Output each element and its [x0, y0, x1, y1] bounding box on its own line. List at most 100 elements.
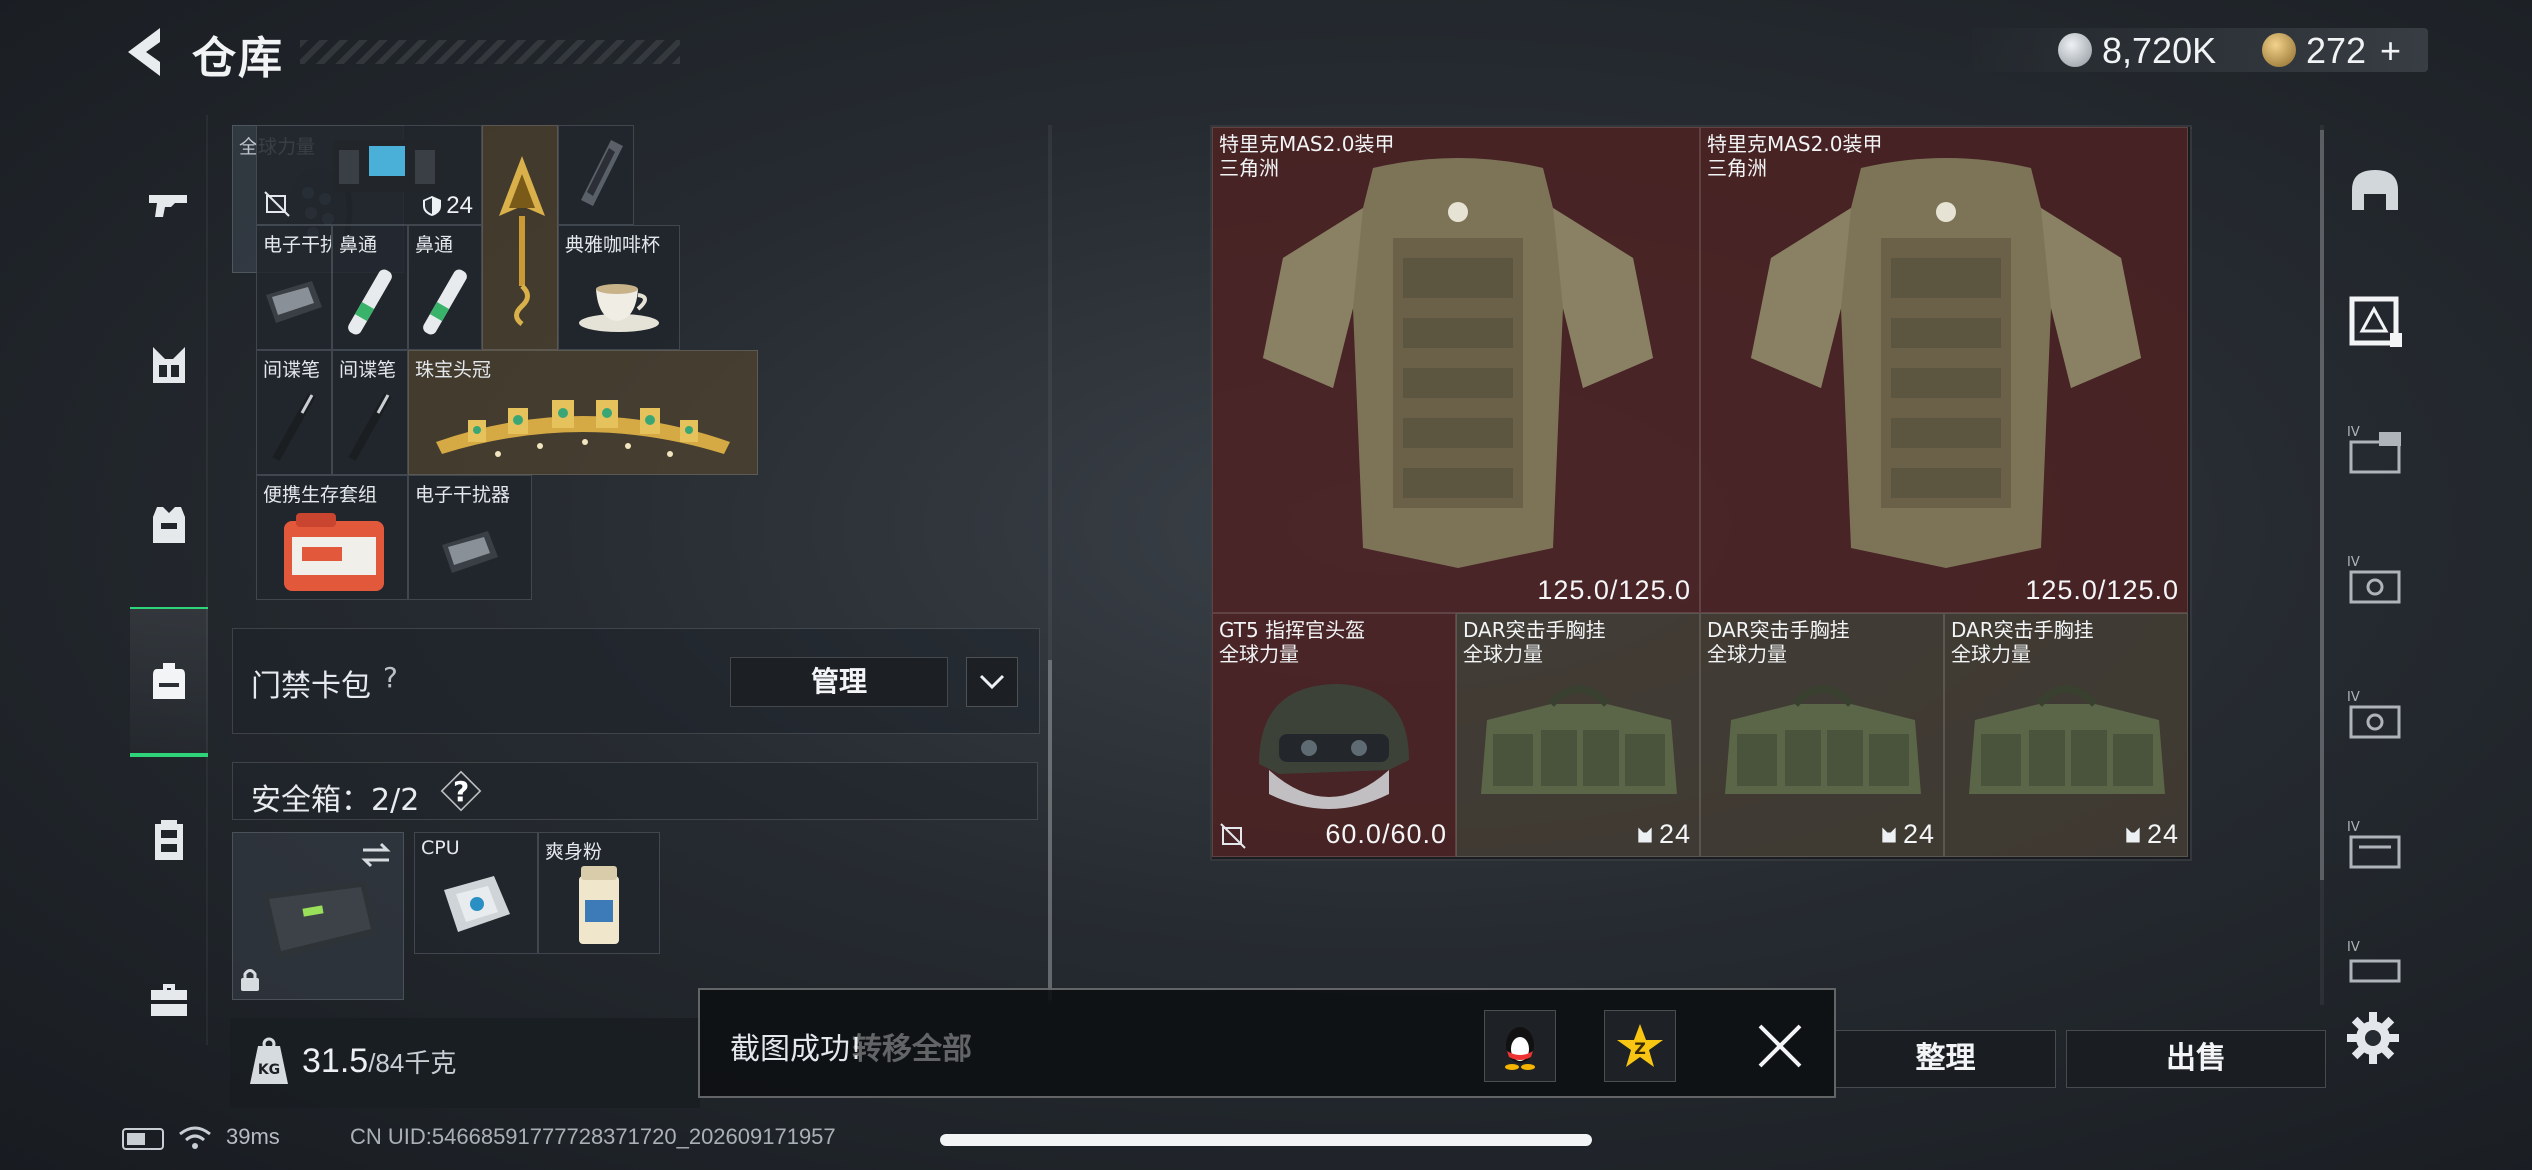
- close-icon[interactable]: [1752, 1018, 1808, 1074]
- stash-tab-helmet[interactable]: [2343, 161, 2407, 225]
- jammer-durability: 24: [422, 192, 473, 220]
- spy-pen-cell-2[interactable]: 间谍笔: [332, 350, 408, 475]
- sell-button[interactable]: 出售: [2066, 1030, 2326, 1088]
- currency-silver-amount: 8,720K: [2102, 30, 2217, 71]
- spy-pen-cell-1[interactable]: 间谍笔: [256, 350, 332, 475]
- back-arrow-icon[interactable]: [118, 22, 170, 82]
- add-currency-button[interactable]: +: [2380, 30, 2401, 72]
- title-decoration: [300, 40, 680, 64]
- body-armor-image: [1751, 158, 2141, 568]
- body-powder-label: 爽身粉: [545, 841, 603, 863]
- backpack-scrollbar-thumb[interactable]: [1048, 660, 1052, 1000]
- cpu-cell[interactable]: CPU: [414, 832, 538, 954]
- dark-device-image: [581, 140, 623, 206]
- armor-item-cell-1[interactable]: 特里克MAS2.0装甲 三角洲 125.0/125.0: [1212, 127, 1700, 613]
- toast-message: 截图成功!: [730, 1032, 863, 1067]
- share-qzone-button[interactable]: Z: [1604, 1010, 1676, 1082]
- chest-rig-icon: [1638, 827, 1652, 842]
- stash-grid: 特里克MAS2.0装甲 三角洲 125.0/125.0 特里克MAS2.0装甲 三角…: [1210, 125, 2192, 861]
- svg-text:IV: IV: [2347, 940, 2360, 955]
- svg-text:IV: IV: [2347, 820, 2360, 835]
- jammer-label-1: 电子干扰器: [263, 234, 331, 256]
- keycard-wallet-row: 门禁卡包 ? 管理: [232, 628, 1040, 734]
- stash-tab-armor[interactable]: [2343, 290, 2407, 354]
- chest-rig-capacity-1: 24: [1635, 819, 1691, 850]
- expand-button[interactable]: [966, 657, 1018, 707]
- stash-scrollbar-thumb[interactable]: [2320, 130, 2324, 880]
- nav-backpack[interactable]: [130, 607, 208, 757]
- weight-indicator: KG 31.5/84千克: [230, 1018, 700, 1108]
- helmet-slot-icon: [2352, 170, 2398, 210]
- currency-gold-amount: 272: [2306, 30, 2367, 71]
- survival-kit-cell[interactable]: 便携生存套组: [256, 475, 408, 600]
- jammer-top-cell[interactable]: 24: [256, 125, 482, 225]
- manage-button[interactable]: 管理: [730, 657, 948, 707]
- currency-display: 8,720K 272 +: [1972, 28, 2428, 72]
- totem-cell[interactable]: [482, 125, 558, 350]
- helmet-image: [1259, 684, 1409, 809]
- coffee-cup-label: 典雅咖啡杯: [565, 234, 661, 256]
- stash-tab-case-4[interactable]: IV: [2343, 815, 2407, 879]
- chest-rig-image: [1725, 685, 1921, 794]
- chest-rig-icon: [153, 347, 185, 383]
- jammer-cell-1[interactable]: 电子干扰器: [256, 225, 332, 350]
- briefcase-icon: [151, 984, 187, 1016]
- safebox-container-slot[interactable]: [232, 832, 404, 1000]
- gear-icon[interactable]: [2345, 1010, 2401, 1066]
- user-uid: CN UID:5466859177772837172​0_20260917195…: [350, 1124, 836, 1149]
- chest-rig-cell-2[interactable]: DAR突击手胸挂 全球力量 24: [1700, 613, 1944, 857]
- chest-rig-name-3: DAR突击手胸挂 全球力量: [1951, 618, 2094, 666]
- home-indicator[interactable]: [940, 1134, 1592, 1146]
- transfer-all-button[interactable]: 转移全部: [852, 1024, 972, 1068]
- armor-item-cell-2[interactable]: 特里克MAS2.0装甲 三角洲 125.0/125.0: [1700, 127, 2188, 613]
- stash-tab-case-5[interactable]: IV: [2343, 935, 2407, 999]
- nasal-spray-image: [348, 269, 392, 335]
- nav-vest[interactable]: [130, 765, 208, 915]
- jewel-tiara-image: [436, 399, 730, 457]
- tier-iv-case-icon: IV: [2347, 555, 2401, 604]
- jammer-image: [266, 281, 322, 324]
- jewel-tiara-label: 珠宝头冠: [415, 359, 492, 381]
- stash-tab-case-1[interactable]: IV: [2343, 420, 2407, 484]
- jewel-tiara-cell[interactable]: 珠宝头冠: [408, 350, 758, 475]
- body-powder-cell[interactable]: 爽身粉: [538, 832, 660, 954]
- electronic-jammer-image: [333, 140, 441, 192]
- body-armor-image: [1263, 158, 1653, 568]
- spy-pen-label-2: 间谍笔: [339, 359, 397, 381]
- share-qq-button[interactable]: [1484, 1010, 1556, 1082]
- chest-rig-name-2: DAR突击手胸挂 全球力量: [1707, 618, 1850, 666]
- shield-icon: [423, 196, 442, 216]
- nav-chest-rig[interactable]: [130, 290, 208, 440]
- stash-tab-case-2[interactable]: IV: [2343, 550, 2407, 614]
- chest-rig-cell-1[interactable]: DAR突击手胸挂 全球力量 24: [1456, 613, 1700, 857]
- nasal-spray-cell-2[interactable]: 鼻通: [408, 225, 482, 350]
- coffee-cup-image: [579, 283, 659, 332]
- status-bar: 39ms CN UID:5466859177772837172​0_202609…: [0, 1118, 2532, 1158]
- weight-unit: 千克: [404, 1048, 457, 1078]
- coffee-cup-cell[interactable]: 典雅咖啡杯: [558, 225, 680, 350]
- stash-tab-case-3[interactable]: IV: [2343, 685, 2407, 749]
- tier-iv-case-icon: IV: [2347, 940, 2401, 983]
- keycard-help-icon[interactable]: ?: [383, 661, 398, 694]
- helmet-name: GT5 指挥官头盔 全球力量: [1219, 618, 1366, 666]
- survival-kit-image: [284, 513, 384, 592]
- nav-armor[interactable]: [130, 450, 208, 600]
- chest-rig-capacity-3: 24: [2123, 819, 2179, 850]
- tier-iv-case-icon: IV: [2347, 690, 2401, 739]
- safebox-help-icon[interactable]: ?: [453, 775, 469, 808]
- weight-max: /84: [368, 1048, 405, 1078]
- spy-pen-image: [348, 393, 392, 462]
- tier-iv-case-icon: IV: [2347, 820, 2401, 869]
- nav-weapons[interactable]: [130, 130, 208, 280]
- svg-text:Z: Z: [1634, 1039, 1646, 1058]
- nav-case[interactable]: [130, 925, 208, 1075]
- page-title: 仓库: [192, 33, 284, 84]
- chest-rig-cell-3[interactable]: DAR突击手胸挂 全球力量 24: [1944, 613, 2188, 857]
- jammer-cell-2[interactable]: 电子干扰器: [408, 475, 532, 600]
- spy-pen-image: [272, 393, 316, 462]
- nasal-spray-cell-1[interactable]: 鼻通: [332, 225, 408, 350]
- dark-item-cell[interactable]: [558, 125, 634, 225]
- organize-button[interactable]: 整理: [1836, 1030, 2056, 1088]
- empty-stash-cell[interactable]: [2190, 127, 2192, 129]
- helmet-item-cell[interactable]: GT5 指挥官头盔 全球力量 60.0/60.0: [1212, 613, 1456, 857]
